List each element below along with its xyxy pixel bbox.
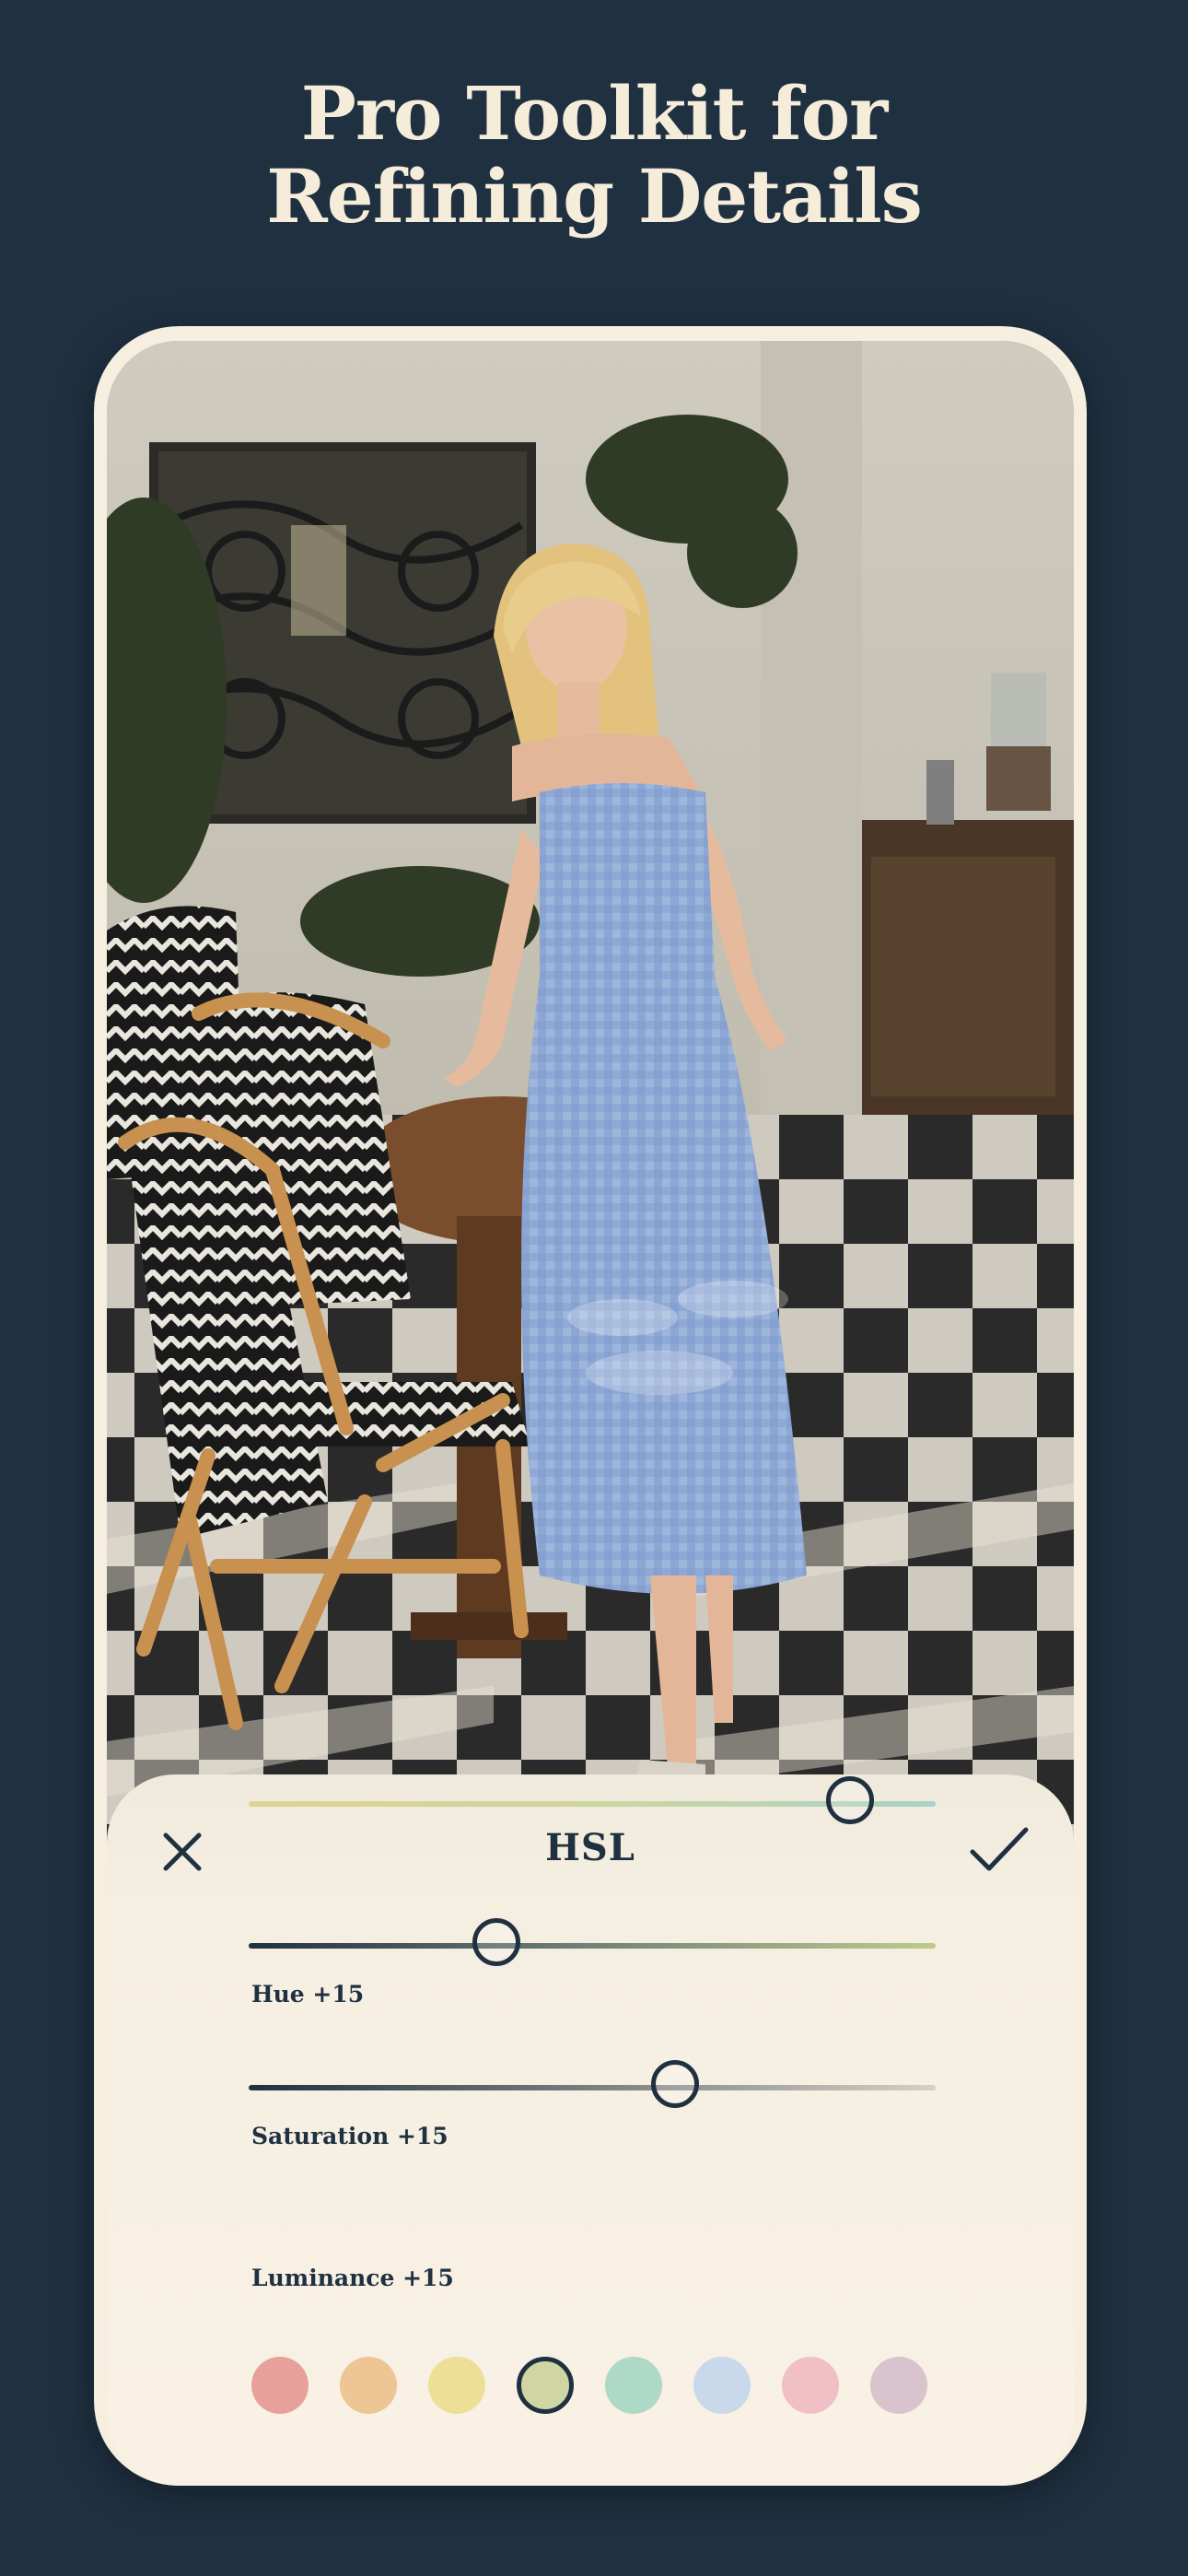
saturation-slider[interactable] <box>249 1917 936 1973</box>
saturation-label: Saturation +15 <box>251 2123 448 2149</box>
headline-line-2: Refining Details <box>266 153 923 240</box>
hue-label: Hue +15 <box>251 1981 365 2008</box>
color-swatch-orange[interactable] <box>340 2357 397 2414</box>
confirm-button[interactable] <box>967 1821 1029 1879</box>
close-button[interactable] <box>153 1822 212 1881</box>
hue-slider-thumb[interactable] <box>825 1776 874 1824</box>
luminance-slider-track[interactable] <box>249 2085 936 2090</box>
checkmark-icon <box>970 1827 1029 1871</box>
color-swatch-aqua[interactable] <box>605 2357 662 2414</box>
headline-line-1: Pro Toolkit for <box>300 70 889 157</box>
color-swatch-yellow[interactable] <box>428 2357 485 2414</box>
saturation-slider-track[interactable] <box>249 1943 936 1949</box>
color-swatch-pink[interactable] <box>782 2357 839 2414</box>
saturation-slider-thumb[interactable] <box>472 1918 520 1966</box>
color-swatch-row <box>0 2353 1188 2418</box>
panel-title: HSL <box>545 1826 635 1869</box>
color-swatch-green[interactable] <box>517 2357 574 2414</box>
hue-slider[interactable] <box>249 1775 936 1831</box>
headline: Pro Toolkit for Refining Details <box>0 72 1188 238</box>
luminance-slider-thumb[interactable] <box>650 2060 699 2108</box>
color-swatch-purple[interactable] <box>870 2357 927 2414</box>
luminance-slider[interactable] <box>249 2059 936 2114</box>
color-swatch-blue[interactable] <box>693 2357 751 2414</box>
color-swatch-red[interactable] <box>251 2357 309 2414</box>
close-icon <box>163 1832 202 1871</box>
luminance-label: Luminance +15 <box>251 2265 454 2291</box>
